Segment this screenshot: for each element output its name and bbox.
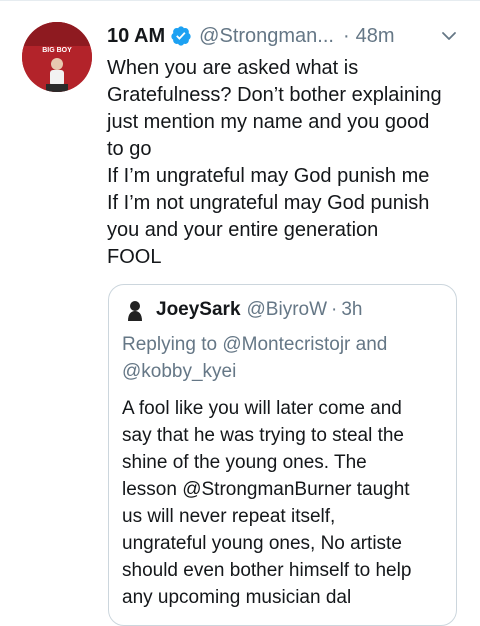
verified-badge-icon <box>171 26 191 46</box>
reply-user-link[interactable]: @Montecristojr <box>222 334 350 355</box>
tweet-line: If I’m not ungrateful may God punish <box>107 192 430 214</box>
tweet-line: When you are asked what is <box>107 57 359 79</box>
quoted-tweet[interactable]: JoeySark @BiyroW · 3h Replying to @Monte… <box>108 284 457 626</box>
tweet-text: When you are asked what is Gratefulness?… <box>107 55 472 271</box>
replying-to: Replying to @Montecristojr and @kobby_ky… <box>122 331 452 385</box>
separator-dot: · <box>342 24 350 47</box>
quoted-line: us will never repeat itself, <box>122 506 336 527</box>
avatar[interactable]: BIG BOY <box>22 22 92 92</box>
tweet-line: you and your entire generation <box>107 219 379 241</box>
tweet-line: just mention my name and you good <box>107 111 430 133</box>
timestamp[interactable]: 48m <box>356 25 395 48</box>
replying-prefix: Replying to <box>122 334 218 355</box>
quoted-avatar[interactable] <box>122 297 148 323</box>
quoted-timestamp: 3h <box>341 299 363 320</box>
quoted-handle[interactable]: @BiyroW <box>247 299 328 321</box>
quoted-line: shine of the young ones. The <box>122 452 367 473</box>
tweet-line: to go <box>107 138 152 160</box>
tweet-line: Gratefulness? Don’t bother explaining <box>107 84 442 106</box>
chevron-down-icon[interactable] <box>440 27 458 45</box>
tweet-line: FOOL <box>107 246 162 268</box>
quoted-line: any upcoming musician dal <box>122 587 352 608</box>
quoted-line: A fool like you will later come and <box>122 398 402 419</box>
album-cover-icon: BIG BOY <box>22 22 92 92</box>
top-divider <box>0 0 480 1</box>
reply-user-link[interactable]: @kobby_kyei <box>122 361 236 382</box>
quoted-line: should even bother himself to help <box>122 560 412 581</box>
quoted-separator-dot: · <box>331 299 338 320</box>
quoted-tweet-text: A fool like you will later come and say … <box>122 395 452 611</box>
quoted-line: say that he was trying to steal the <box>122 425 404 446</box>
tweet-header: 10 AM @Strongman... · 48m <box>107 20 470 52</box>
quoted-display-name[interactable]: JoeySark <box>156 299 241 321</box>
quoted-line: lesson @StrongmanBurner taught <box>122 479 410 500</box>
quoted-tweet-header: JoeySark @BiyroW · 3h <box>122 296 363 324</box>
quoted-line: ungrateful young ones, No artiste <box>122 533 402 554</box>
handle[interactable]: @Strongman... <box>199 25 334 48</box>
quoted-avatar-silhouette-icon <box>122 297 148 323</box>
avatar-cover-text: BIG BOY <box>42 47 72 54</box>
display-name[interactable]: 10 AM <box>107 25 165 48</box>
replying-and: and <box>355 334 388 355</box>
tweet-line: If I’m ungrateful may God punish me <box>107 165 430 187</box>
